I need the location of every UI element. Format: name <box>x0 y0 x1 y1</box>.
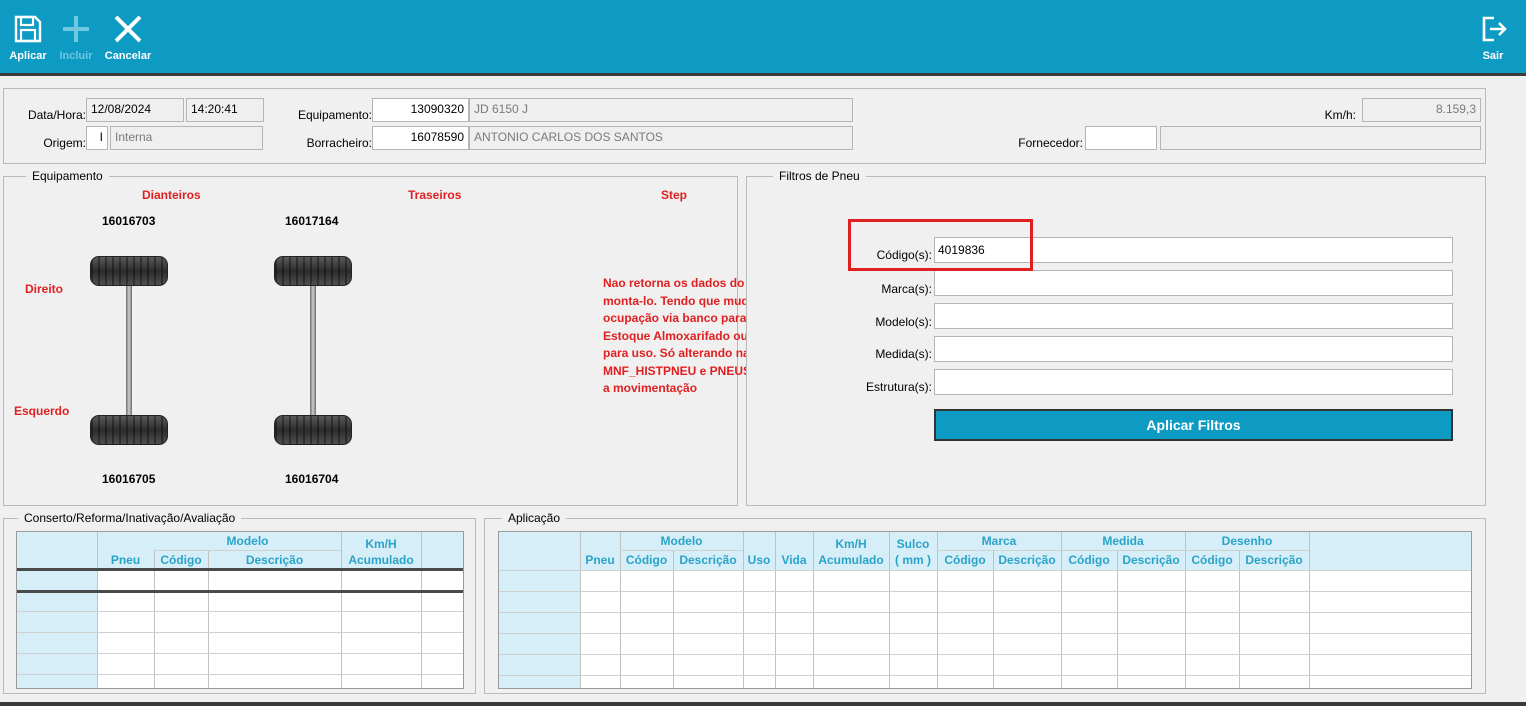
tire-tech-label: Borracheiro: <box>306 136 372 150</box>
app-group-size: Medida <box>1061 534 1185 548</box>
app-col-design-desc: Descrição <box>1239 553 1309 567</box>
equipment-label: Equipamento: <box>297 108 372 122</box>
size-label: Medida(s): <box>875 347 932 361</box>
rear-axle <box>310 280 316 420</box>
application-title: Aplicação <box>502 511 567 525</box>
app-group-kmh: Km/H <box>813 537 889 551</box>
app-col-brand-code: Código <box>937 553 993 567</box>
front-left-tire[interactable] <box>90 415 168 445</box>
app-group-model: Modelo <box>620 534 743 548</box>
equipment-desc-field: JD 6150 J <box>469 98 853 122</box>
cancel-button[interactable]: Cancelar <box>100 10 156 66</box>
application-grid[interactable]: Modelo Km/H Sulco Marca Medida Desenho P… <box>498 531 1472 689</box>
front-right-tire-id: 16016703 <box>102 214 156 228</box>
app-col-km: Acumulado <box>813 553 889 567</box>
app-col-design-code: Código <box>1185 553 1239 567</box>
step-label: Step <box>661 188 688 202</box>
kmh-field[interactable]: 8.159,3 <box>1362 98 1481 122</box>
app-col-size-desc: Descrição <box>1117 553 1185 567</box>
close-icon <box>114 15 142 43</box>
brand-label: Marca(s): <box>881 282 932 296</box>
rear-label: Traseiros <box>408 188 462 202</box>
app-group-brand: Marca <box>937 534 1061 548</box>
structure-input[interactable] <box>934 369 1453 395</box>
equipment-title: Equipamento <box>26 169 109 183</box>
app-col-use: Uso <box>743 553 775 567</box>
origin-desc-field: Interna <box>110 126 263 150</box>
model-label: Modelo(s): <box>875 315 932 329</box>
app-col-model-desc: Descrição <box>673 553 743 567</box>
repair-group-model: Modelo <box>154 534 341 548</box>
datetime-label: Data/Hora: <box>27 108 86 122</box>
size-input[interactable] <box>934 336 1453 362</box>
structure-label: Estrutura(s): <box>865 380 932 394</box>
equipment-code-field[interactable]: 13090320 <box>372 98 469 122</box>
rear-left-tire-id: 16016704 <box>285 472 339 486</box>
date-field[interactable]: 12/08/2024 <box>86 98 184 122</box>
app-col-groove: ( mm ) <box>889 553 937 567</box>
logout-icon <box>1482 16 1507 42</box>
app-col-brand-desc: Descrição <box>993 553 1061 567</box>
rear-left-tire[interactable] <box>274 415 352 445</box>
repair-col-km-bottom: Acumulado <box>341 553 421 567</box>
repair-grid[interactable]: Modelo Km/H Pneu Código Descrição Acumul… <box>16 531 464 689</box>
origin-label: Origem: <box>43 136 86 150</box>
plus-icon <box>63 16 89 42</box>
supplier-code-field[interactable] <box>1085 126 1157 150</box>
tire-tech-name-field: ANTONIO CARLOS DOS SANTOS <box>469 126 853 150</box>
front-right-tire[interactable] <box>90 256 168 286</box>
apply-filters-button[interactable]: Aplicar Filtros <box>934 409 1453 441</box>
kmh-label: Km/h: <box>1324 108 1356 122</box>
front-left-tire-id: 16016705 <box>102 472 156 486</box>
app-col-tire: Pneu <box>580 553 620 567</box>
repair-col-tire: Pneu <box>97 553 154 567</box>
app-col-size-code: Código <box>1061 553 1117 567</box>
origin-code-field[interactable]: I <box>86 126 108 150</box>
bottom-border <box>0 702 1526 706</box>
front-axle <box>126 280 132 420</box>
supplier-label: Fornecedor: <box>1018 136 1083 150</box>
save-icon <box>14 15 42 43</box>
exit-button[interactable]: Sair <box>1465 10 1521 66</box>
supplier-desc-field <box>1160 126 1481 150</box>
brand-input[interactable] <box>934 270 1453 296</box>
app-group-groove: Sulco <box>889 537 937 551</box>
front-label: Dianteiros <box>142 188 201 202</box>
time-field[interactable]: 14:20:41 <box>186 98 264 122</box>
repair-col-km-top: Km/H <box>341 537 421 551</box>
rear-right-tire-id: 16017164 <box>285 214 339 228</box>
rear-right-tire[interactable] <box>274 256 352 286</box>
app-col-model-code: Código <box>620 553 673 567</box>
highlight-box <box>848 219 1033 271</box>
repair-col-code: Código <box>154 553 208 567</box>
app-group-design: Desenho <box>1185 534 1309 548</box>
right-side-label: Direito <box>25 282 64 296</box>
tire-tech-code-field[interactable]: 16078590 <box>372 126 469 150</box>
include-button[interactable]: Incluir <box>48 10 104 66</box>
model-input[interactable] <box>934 303 1453 329</box>
tire-filter-title: Filtros de Pneu <box>773 169 866 183</box>
repair-col-desc: Descrição <box>208 553 341 567</box>
toolbar: Aplicar Incluir Cancelar Sair <box>0 0 1526 76</box>
left-side-label: Esquerdo <box>14 404 70 418</box>
repair-title: Conserto/Reforma/Inativação/Avaliação <box>18 511 242 525</box>
app-col-life: Vida <box>775 553 813 567</box>
